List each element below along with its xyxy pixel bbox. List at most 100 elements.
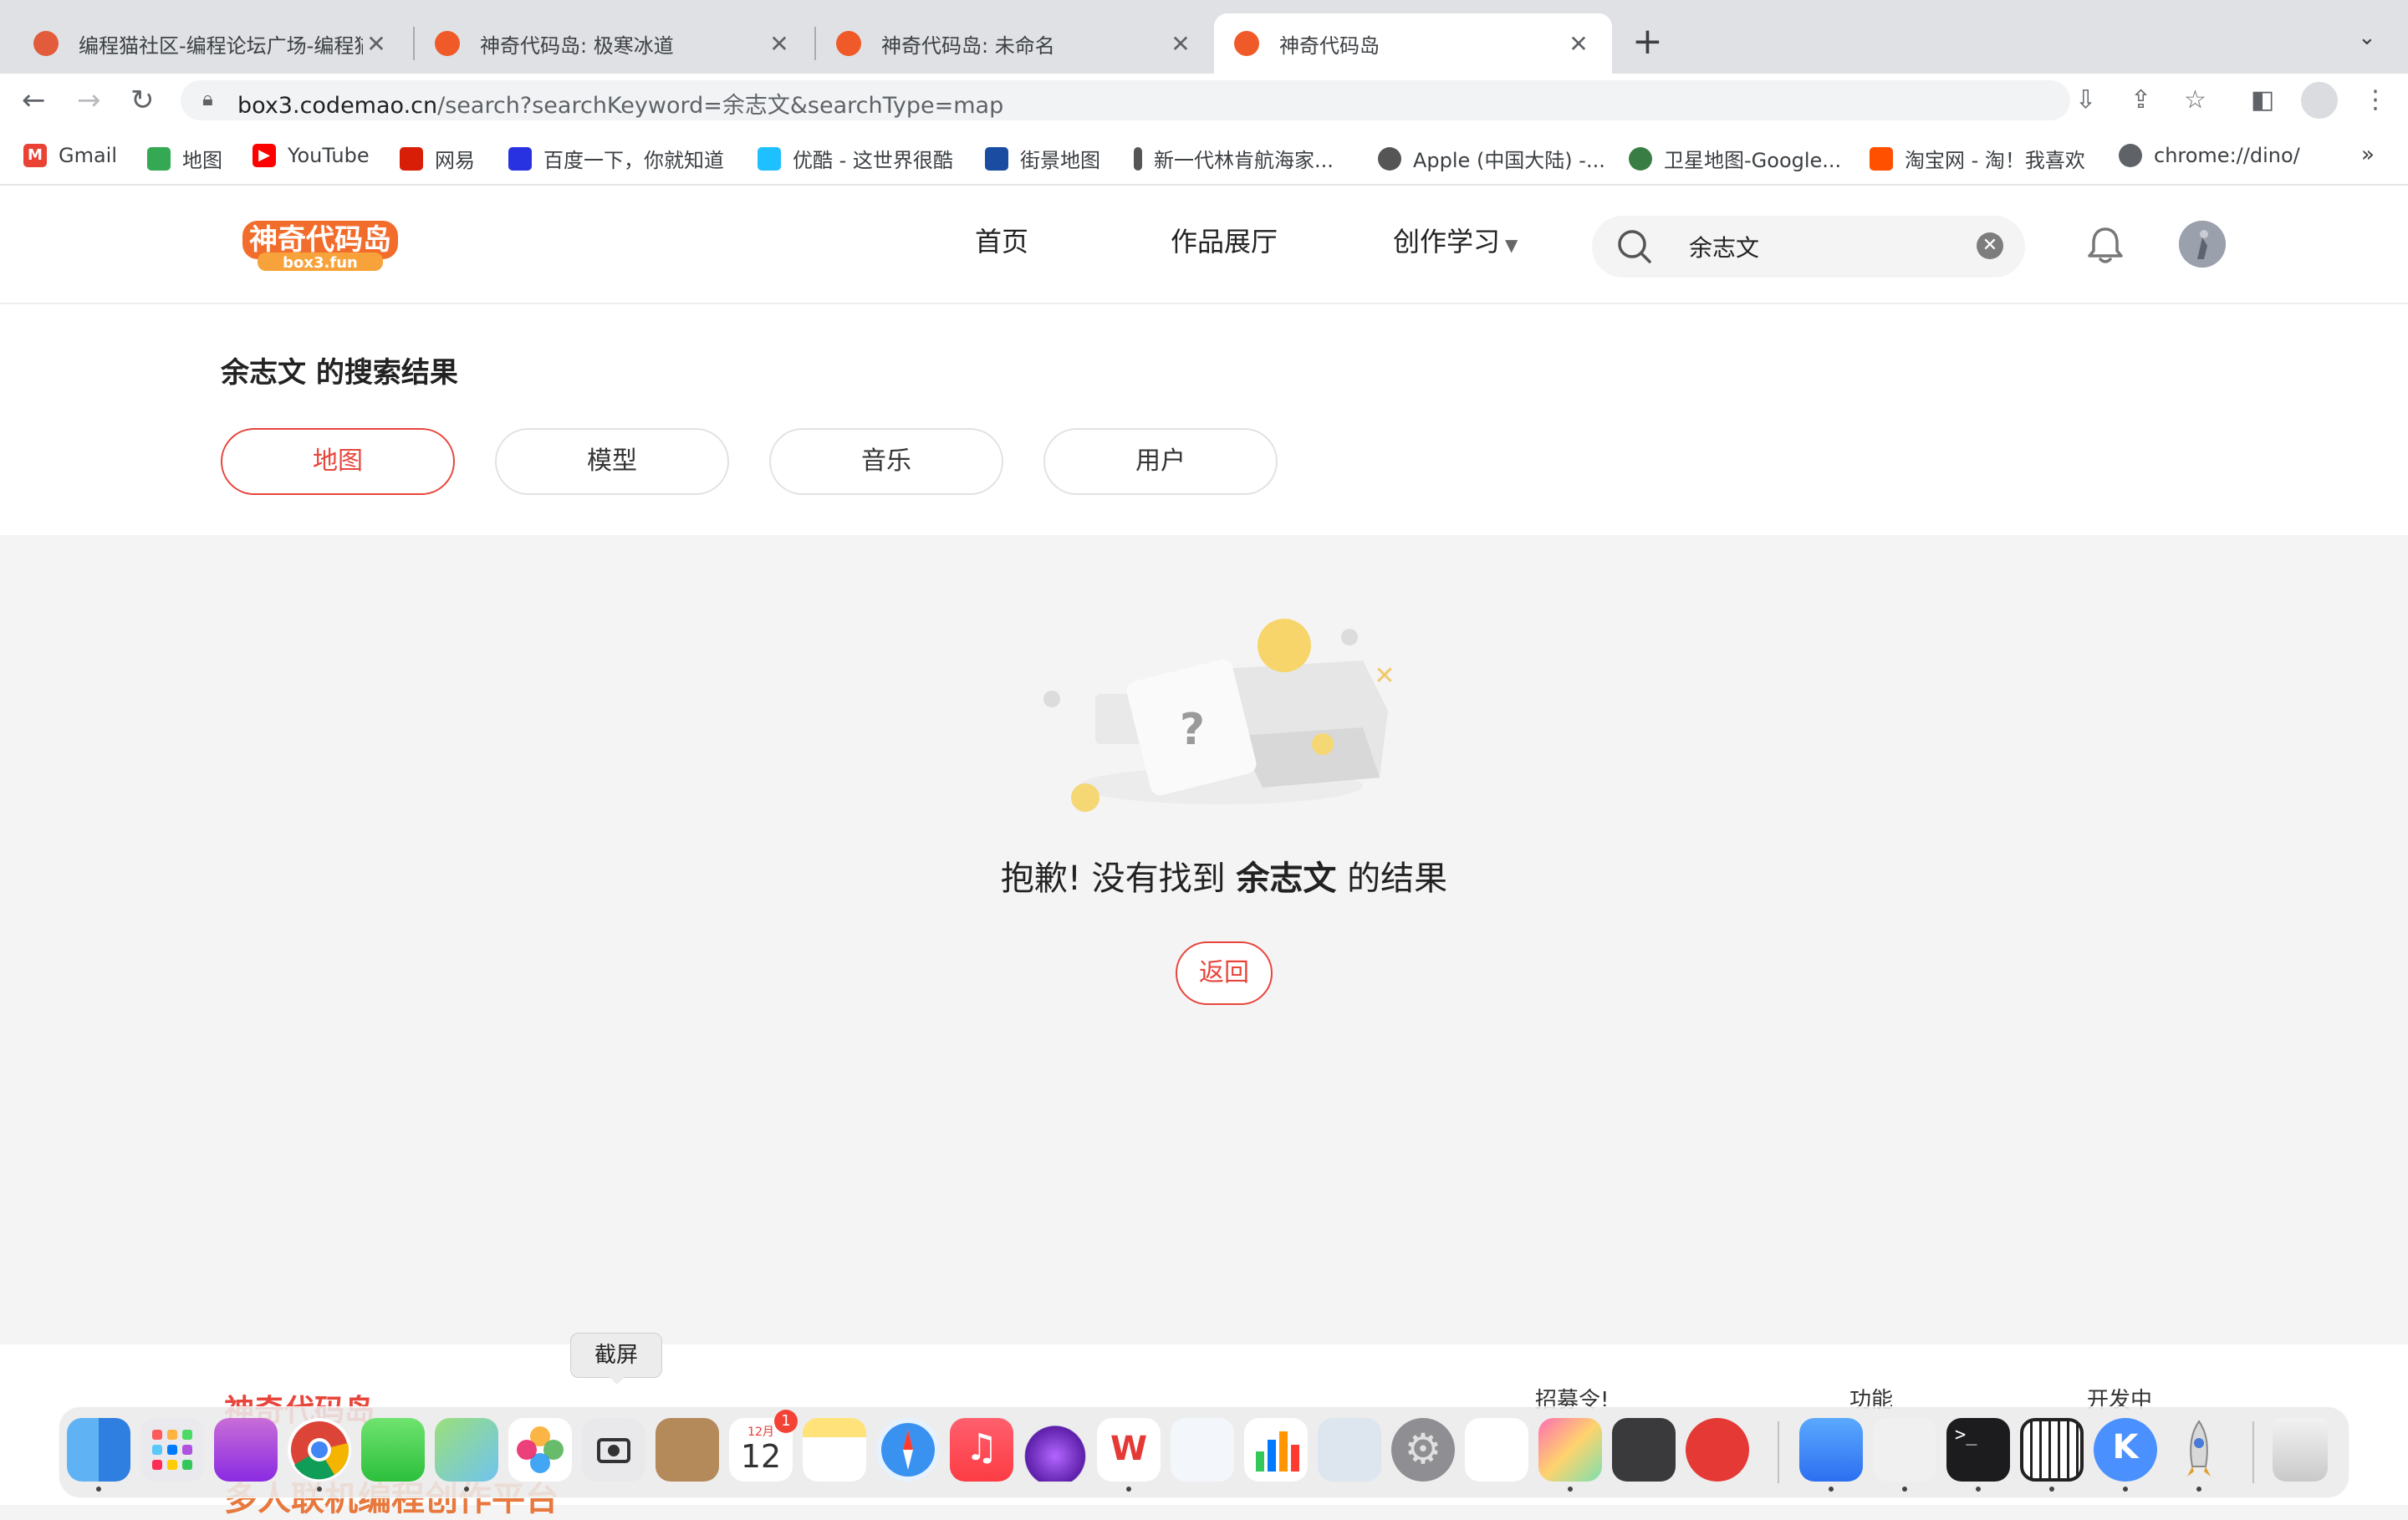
filter-tab-maps[interactable]: 地图 xyxy=(221,428,455,495)
back-arrow-icon[interactable]: ← xyxy=(22,84,46,117)
clear-search-icon[interactable]: ✕ xyxy=(1977,232,2003,259)
bookmark-label: 卫星地图-Google... xyxy=(1664,149,1842,172)
photos-icon[interactable] xyxy=(508,1418,572,1482)
bookmark-lincoln[interactable]: 新一代林肯航海家... xyxy=(1134,144,1334,173)
chrome-page-icon xyxy=(2119,144,2142,167)
running-indicator xyxy=(317,1487,322,1492)
bookmark-label: YouTube xyxy=(288,144,370,167)
safari-icon[interactable] xyxy=(876,1418,940,1482)
feishu-icon[interactable] xyxy=(1799,1418,1863,1482)
side-panel-icon[interactable]: ◧ xyxy=(2251,85,2274,115)
box3-favicon-icon xyxy=(836,31,861,56)
terminal-icon[interactable]: >_ xyxy=(1946,1418,2010,1482)
running-indicator xyxy=(96,1487,101,1492)
trash-icon[interactable] xyxy=(2273,1418,2328,1482)
calculator-icon[interactable] xyxy=(1612,1418,1676,1482)
creator-app-icon[interactable] xyxy=(1023,1418,1087,1482)
bookmark-satellite[interactable]: 卫星地图-Google... xyxy=(1629,144,1841,173)
launchpad-grid-glyph xyxy=(152,1430,192,1470)
avatar[interactable] xyxy=(2179,221,2226,268)
preview-icon[interactable] xyxy=(1318,1418,1381,1482)
bookmark-dino[interactable]: chrome://dino/ xyxy=(2119,144,2300,167)
notes-icon[interactable] xyxy=(803,1418,866,1482)
tab-untitled[interactable]: 神奇代码岛: 未命名 ✕ xyxy=(816,13,1214,74)
search-icon[interactable] xyxy=(1614,226,1656,268)
youtube-icon: ▶ xyxy=(253,144,276,167)
close-icon[interactable]: ✕ xyxy=(1167,30,1194,58)
bookmark-label: chrome://dino/ xyxy=(2154,144,2300,167)
bookmark-netease[interactable]: 网易 xyxy=(400,144,475,173)
podcasts-icon[interactable] xyxy=(214,1418,278,1482)
reload-icon[interactable]: ↻ xyxy=(130,84,155,117)
bookmark-label: Apple (中国大陆) -... xyxy=(1413,149,1605,172)
caret-down-icon: ▼ xyxy=(1505,235,1518,255)
running-indicator xyxy=(1902,1487,1907,1492)
color-ui-icon[interactable] xyxy=(1538,1418,1602,1482)
back-button[interactable]: 返回 xyxy=(1176,941,1273,1005)
bookmark-apple[interactable]: Apple (中国大陆) -... xyxy=(1378,144,1605,173)
keynote-icon[interactable] xyxy=(1171,1418,1234,1482)
messages-icon[interactable] xyxy=(361,1418,425,1482)
script-editor-icon[interactable] xyxy=(1873,1418,1936,1482)
k-app-icon[interactable]: K xyxy=(2094,1418,2157,1482)
bookmark-youtube[interactable]: ▶ YouTube xyxy=(253,144,370,167)
rocket-icon[interactable] xyxy=(2167,1418,2231,1482)
close-icon[interactable]: ✕ xyxy=(363,30,390,58)
search-input[interactable] xyxy=(1687,226,1963,268)
url-host: box3.codemao.cn xyxy=(237,93,438,119)
share-icon[interactable]: ⇪ xyxy=(2130,85,2151,115)
photos-flower-glyph xyxy=(517,1426,564,1473)
finder-icon[interactable] xyxy=(67,1418,130,1482)
bookmark-baidu[interactable]: 百度一下，你就知道 xyxy=(508,144,724,173)
calendar-icon[interactable]: 12月 12 1 xyxy=(729,1410,798,1482)
piano-icon[interactable] xyxy=(2020,1418,2084,1482)
launchpad-icon[interactable] xyxy=(140,1418,204,1482)
star-bookmark-icon[interactable]: ☆ xyxy=(2184,85,2206,115)
contacts-icon[interactable] xyxy=(656,1418,719,1482)
maps-app-icon[interactable] xyxy=(435,1418,498,1482)
bookmarks-overflow-button[interactable]: » xyxy=(2361,142,2375,167)
instruments-icon[interactable] xyxy=(1686,1418,1749,1482)
bookmark-streetview[interactable]: 街景地图 xyxy=(985,144,1100,173)
running-indicator xyxy=(2049,1487,2054,1492)
nav-gallery[interactable]: 作品展厅 xyxy=(1171,221,1278,259)
tooltip-arrow xyxy=(609,1376,625,1385)
tab-ice-road[interactable]: 神奇代码岛: 极寒冰道 ✕ xyxy=(415,13,813,74)
nav-home[interactable]: 首页 xyxy=(975,221,1028,259)
bookmark-taobao[interactable]: 淘宝网 - 淘！我喜欢 xyxy=(1870,144,2085,173)
screenshot-icon[interactable] xyxy=(582,1418,645,1482)
system-preferences-icon[interactable]: ⚙ xyxy=(1391,1418,1455,1482)
numbers-icon[interactable] xyxy=(1244,1418,1308,1482)
new-tab-button[interactable]: + xyxy=(1632,18,1663,65)
wps-icon[interactable]: W xyxy=(1097,1418,1161,1482)
bookmark-label: Gmail xyxy=(59,144,118,167)
empty-result-message: 抱歉! 没有找到 余志文 的结果 xyxy=(0,851,2408,900)
filter-tab-users[interactable]: 用户 xyxy=(1043,428,1278,495)
bookmark-youku[interactable]: 优酷 - 这世界很酷 xyxy=(758,144,953,173)
nav-learn[interactable]: 创作学习 ▼ xyxy=(1393,221,1518,259)
tab-codemao-community[interactable]: 编程猫社区-编程论坛广场-编程猫 ✕ xyxy=(13,13,410,74)
chrome-icon[interactable] xyxy=(288,1418,351,1482)
tab-box3-active[interactable]: 神奇代码岛 ✕ xyxy=(1214,13,1612,74)
empty-prefix: 抱歉! 没有找到 xyxy=(1000,859,1237,898)
pages-icon[interactable] xyxy=(1465,1418,1528,1482)
bookmark-label: 网易 xyxy=(435,149,475,172)
bookmark-gmail[interactable]: M Gmail xyxy=(23,144,117,167)
baidu-icon xyxy=(508,146,532,171)
install-app-icon[interactable]: ⇩ xyxy=(2075,85,2096,115)
bookmark-maps[interactable]: 地图 xyxy=(147,144,222,173)
filter-tab-models[interactable]: 模型 xyxy=(495,428,729,495)
bell-notification-icon[interactable] xyxy=(2085,224,2125,266)
forward-arrow-icon[interactable]: → xyxy=(77,84,101,117)
site-logo[interactable]: 神奇代码岛 box3.fun xyxy=(241,216,400,274)
music-icon[interactable]: ♫ xyxy=(950,1418,1013,1482)
profile-icon[interactable] xyxy=(2301,82,2338,119)
tab-search-chevron-icon[interactable]: ⌄ xyxy=(2358,25,2376,50)
lock-icon[interactable]: 🔒︎ xyxy=(202,87,213,110)
filter-tab-music[interactable]: 音乐 xyxy=(769,428,1003,495)
more-menu-icon[interactable]: ⋮ xyxy=(2363,85,2388,115)
url-text[interactable]: box3.codemao.cn/search?searchKeyword=余志文… xyxy=(237,87,1003,120)
close-icon[interactable]: ✕ xyxy=(1565,30,1592,58)
lincoln-icon xyxy=(1134,146,1142,171)
close-icon[interactable]: ✕ xyxy=(766,30,793,58)
